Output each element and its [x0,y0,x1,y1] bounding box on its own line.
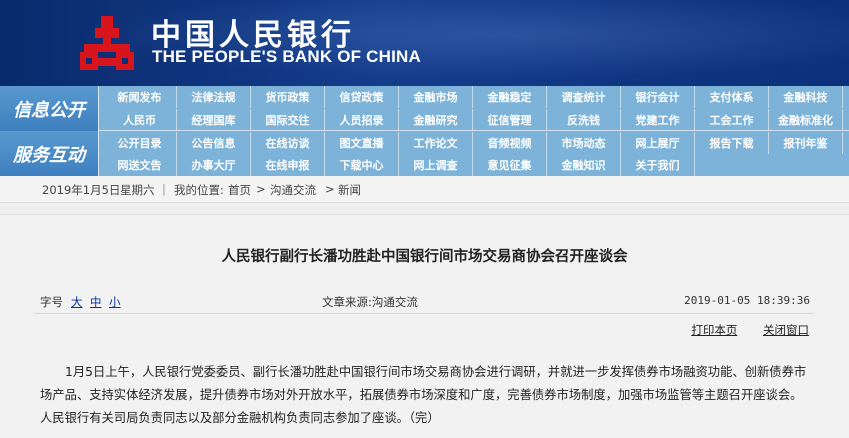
nav-item-credit-policy[interactable]: 信贷政策 [325,86,399,108]
nav-item-online-exhibition[interactable]: 网上展厅 [621,132,695,154]
nav-item-public-catalog[interactable]: 公开目录 [103,132,177,154]
font-size-small-link[interactable]: 小 [109,294,121,310]
breadcrumb-section-link[interactable]: 沟通交流 [270,182,316,198]
nav-item-standardization[interactable]: 金融标准化 [769,109,843,131]
nav-item-live-broadcast[interactable]: 图文直播 [325,132,399,154]
header-banner: 中国人民银行 THE PEOPLE'S BANK OF CHINA [0,0,849,86]
nav-item-anti-money-laundering[interactable]: 反洗钱 [547,109,621,131]
nav-item-financial-knowledge[interactable]: 金融知识 [547,154,621,176]
font-size-large-link[interactable]: 大 [71,294,83,310]
breadcrumb-divider: | [162,182,166,196]
nav-item-credit-reference[interactable]: 征信管理 [473,109,547,131]
nav-item-bank-accounting[interactable]: 银行会计 [621,86,695,108]
nav-row-4: 网送文告 办事大厅 在线申报 下载中心 网上调查 意见征集 金融知识 关于我们 [103,154,849,176]
breadcrumb-current[interactable]: 新闻 [338,182,361,198]
nav-item-research[interactable]: 金融研究 [399,109,473,131]
print-page-link[interactable]: 打印本页 [691,323,737,337]
font-size-label: 字号 [40,295,63,309]
article-container: 人民银行副行长潘功胜赴中国银行间市场交易商协会召开座谈会 字号 大 中 小 文章… [0,214,849,438]
article-body: 1月5日上午，人民银行党委委员、副行长潘功胜赴中国银行间市场交易商协会进行调研，… [40,365,807,425]
meta-divider [34,313,814,314]
nav-item-financial-market[interactable]: 金融市场 [399,86,473,108]
nav-item-market-news[interactable]: 市场动态 [547,132,621,154]
nav-item-financial-stability[interactable]: 金融稳定 [473,86,547,108]
breadcrumb-location-label: 我的位置: [174,183,224,197]
brand-name-en: THE PEOPLE'S BANK OF CHINA [152,47,421,66]
nav-group-label-service: 服务互动 [0,131,99,176]
nav-item-treasury[interactable]: 经理国库 [177,109,251,131]
nav-item-about-us[interactable]: 关于我们 [621,154,695,176]
nav-item-payment-system[interactable]: 支付体系 [695,86,769,108]
font-size-medium-link[interactable]: 中 [90,294,102,310]
nav-item-notices[interactable]: 网送文告 [103,154,177,176]
nav-item-yearbook[interactable]: 报刊年鉴 [769,132,843,154]
nav-item-recruitment[interactable]: 人员招录 [325,109,399,131]
nav-item-online-survey[interactable]: 网上调查 [399,154,473,176]
nav-item-announcements[interactable]: 公告信息 [177,132,251,154]
article-actions: 打印本页 关闭窗口 [669,322,809,338]
pboc-emblem-icon[interactable] [76,12,138,74]
nav-row-1: 新闻发布 法律法规 货币政策 信贷政策 金融市场 金融稳定 调查统计 银行会计 … [103,86,849,108]
nav-item-service-hall[interactable]: 办事大厅 [177,154,251,176]
nav-group-label-info: 信息公开 [0,86,99,131]
nav-item-download-center[interactable]: 下载中心 [325,154,399,176]
nav-item-news-release[interactable]: 新闻发布 [103,86,177,108]
breadcrumb-separator: > [256,182,266,196]
nav-row-2: 人民币 经理国库 国际交往 人员招录 金融研究 征信管理 反洗钱 党建工作 工会… [103,109,849,131]
article-source-value: 沟通交流 [371,295,418,309]
breadcrumb: 2019年1月5日 星期六 | 我的位置: 首页 > 沟通交流 > 新闻 [0,176,849,203]
article-source-label: 文章来源: [322,295,372,309]
nav-item-online-filing[interactable]: 在线申报 [251,154,325,176]
breadcrumb-separator: > [325,182,335,196]
nav-item-online-interview[interactable]: 在线访谈 [251,132,325,154]
current-date: 2019年1月5日 [42,183,121,197]
article-timestamp: 2019-01-05 18:39:36 [684,294,810,307]
nav-item-monetary-policy[interactable]: 货币政策 [251,86,325,108]
nav-row-3: 公开目录 公告信息 在线访谈 图文直播 工作论文 音频视频 市场动态 网上展厅 … [103,132,849,154]
nav-item-international[interactable]: 国际交往 [251,109,325,131]
nav-item-fintech[interactable]: 金融科技 [769,86,843,108]
close-window-link[interactable]: 关闭窗口 [763,323,809,337]
nav-item-party-building[interactable]: 党建工作 [621,109,695,131]
nav-item-statistics[interactable]: 调查统计 [547,86,621,108]
article-meta: 字号 大 中 小 文章来源:沟通交流 2019-01-05 18:39:36 [40,294,810,310]
nav-item-laws[interactable]: 法律法规 [177,86,251,108]
nav-item-working-papers[interactable]: 工作论文 [399,132,473,154]
nav-item-opinion-collection[interactable]: 意见征集 [473,154,547,176]
main-navigation: 信息公开 服务互动 新闻发布 法律法规 货币政策 信贷政策 金融市场 金融稳定 … [0,86,849,176]
article-title: 人民银行副行长潘功胜赴中国银行间市场交易商协会召开座谈会 [221,249,628,265]
nav-item-audio-video[interactable]: 音频视频 [473,132,547,154]
current-weekday: 星期六 [120,183,155,197]
breadcrumb-home-link[interactable]: 首页 [228,182,251,198]
nav-item-union-work[interactable]: 工会工作 [695,109,769,131]
article-source: 文章来源:沟通交流 [322,294,418,310]
nav-item-rmb[interactable]: 人民币 [103,109,177,131]
nav-item-report-download[interactable]: 报告下载 [695,132,769,154]
